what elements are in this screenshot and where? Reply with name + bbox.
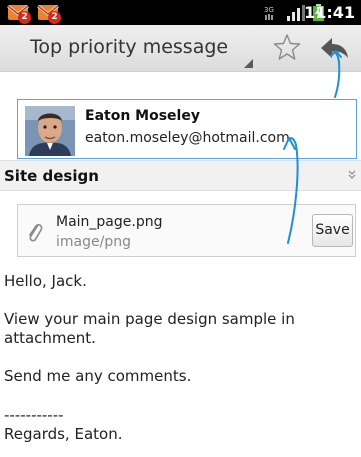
- signature-separator: -----------: [4, 406, 64, 424]
- notification-count-badge: 2: [18, 11, 31, 24]
- paperclip-icon: [29, 223, 43, 242]
- avatar[interactable]: [25, 106, 75, 156]
- message-subject-title: Top priority message: [30, 36, 229, 58]
- gmail-notification-icon[interactable]: 2: [7, 2, 31, 24]
- 3g-icon: 3G: [264, 6, 274, 20]
- status-time: 11:41: [304, 3, 355, 22]
- signature: Regards, Eaton.: [4, 425, 123, 443]
- save-attachment-button[interactable]: Save: [312, 214, 353, 247]
- sender-photo: [25, 106, 75, 156]
- body-line: attachment.: [4, 329, 96, 347]
- body-line: Send me any comments.: [4, 367, 192, 385]
- star-outline-icon[interactable]: [273, 33, 301, 61]
- reply-icon[interactable]: [320, 36, 350, 60]
- action-bar: Top priority message: [0, 25, 361, 72]
- body-line: View your main page design sample in: [4, 310, 295, 328]
- attachment-card[interactable]: Main_page.png image/png Save: [17, 204, 356, 257]
- signal-icon: [287, 5, 305, 21]
- email-subject: Site design: [4, 167, 99, 185]
- spinner-triangle-icon[interactable]: [244, 59, 253, 68]
- gmail-notification-icon[interactable]: 2: [37, 2, 61, 24]
- sender-email: eaton.moseley@hotmail.com: [85, 130, 290, 146]
- svg-text:3G: 3G: [264, 6, 274, 14]
- sender-name: Eaton Moseley: [85, 108, 200, 124]
- notification-count-badge: 2: [48, 11, 61, 24]
- attachment-mimetype: image/png: [56, 234, 131, 250]
- expand-chevron-icon[interactable]: [347, 169, 357, 181]
- subject-header-row[interactable]: Site design: [0, 160, 361, 191]
- sender-card[interactable]: Eaton Moseley eaton.moseley@hotmail.com: [17, 99, 357, 159]
- status-bar: 2 2 3G 11:41: [0, 0, 361, 25]
- body-greeting: Hello, Jack.: [4, 272, 87, 290]
- attachment-filename: Main_page.png: [56, 214, 163, 230]
